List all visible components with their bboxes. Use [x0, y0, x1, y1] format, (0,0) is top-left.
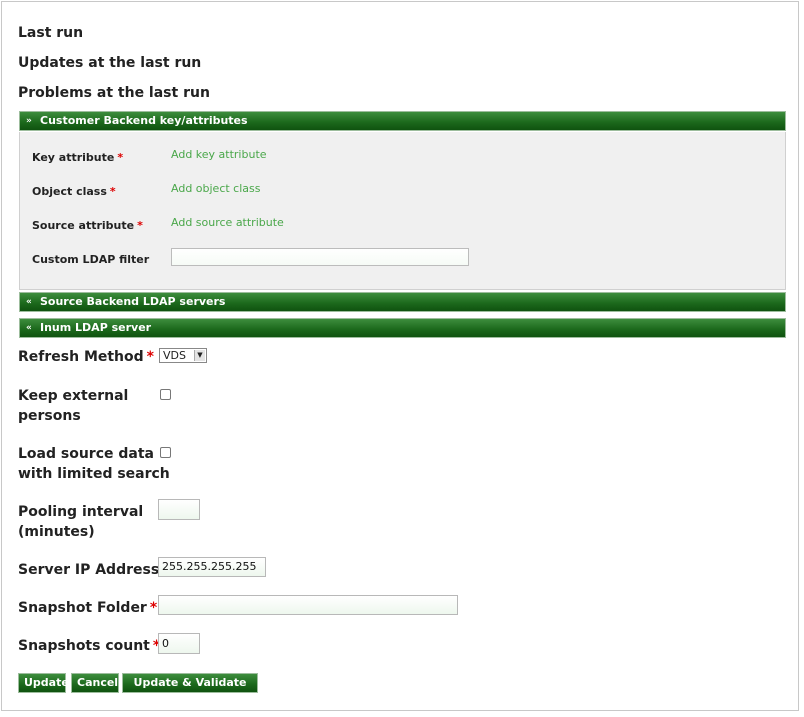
add-source-attribute-link[interactable]: Add source attribute — [171, 216, 284, 229]
snapshots-count-label: Snapshots count * — [18, 638, 161, 654]
problems-last-run-heading: Problems at the last run — [18, 85, 210, 101]
customer-backend-panel-body: Key attribute * Add key attribute Object … — [19, 132, 786, 290]
source-backend-panel-title: Source Backend LDAP servers — [40, 295, 226, 308]
inum-ldap-panel-title: Inum LDAP server — [40, 321, 152, 334]
update-button[interactable]: Update — [18, 673, 69, 693]
key-attribute-label: Key attribute * — [32, 151, 124, 164]
add-key-attribute-link[interactable]: Add key attribute — [171, 148, 267, 161]
server-ip-input[interactable]: 255.255.255.255 — [158, 557, 266, 577]
load-source-data-label: Load source data with limited search — [18, 446, 170, 482]
refresh-method-value: VDS — [163, 349, 186, 362]
snapshot-folder-label: Snapshot Folder * — [18, 600, 158, 616]
server-ip-label: Server IP Address — [18, 562, 160, 578]
pooling-interval-input[interactable] — [158, 499, 200, 520]
custom-ldap-filter-input[interactable] — [171, 248, 469, 266]
cancel-button[interactable]: Cancel — [71, 673, 119, 693]
refresh-method-select[interactable]: VDS ▼ — [159, 348, 207, 363]
customer-backend-panel-header[interactable]: » Customer Backend key/attributes — [19, 111, 786, 131]
inum-ldap-panel-header[interactable]: « Inum LDAP server — [19, 318, 786, 338]
dropdown-arrow-icon: ▼ — [194, 350, 205, 361]
keep-external-persons-checkbox[interactable] — [160, 389, 171, 400]
add-object-class-link[interactable]: Add object class — [171, 182, 261, 195]
source-attribute-label: Source attribute * — [32, 219, 143, 232]
updates-last-run-heading: Updates at the last run — [18, 55, 202, 71]
refresh-method-label: Refresh Method * — [18, 349, 154, 365]
chevron-double-up-icon: « — [26, 323, 32, 333]
customer-backend-panel-title: Customer Backend key/attributes — [40, 114, 248, 127]
update-validate-button[interactable]: Update & Validate script — [122, 673, 258, 707]
custom-ldap-filter-label: Custom LDAP filter — [32, 253, 150, 266]
object-class-label: Object class * — [32, 185, 116, 198]
page-frame: Last run Updates at the last run Problem… — [1, 1, 799, 711]
snapshot-folder-input[interactable] — [158, 595, 458, 615]
chevron-double-down-icon: » — [26, 116, 32, 126]
pooling-interval-label: Pooling interval (minutes) — [18, 504, 144, 540]
source-backend-panel-header[interactable]: « Source Backend LDAP servers — [19, 292, 786, 312]
keep-external-persons-label: Keep external persons — [18, 388, 129, 424]
chevron-double-up-icon: « — [26, 297, 32, 307]
load-source-data-checkbox[interactable] — [160, 447, 171, 458]
snapshots-count-input[interactable]: 0 — [158, 633, 200, 654]
last-run-heading: Last run — [18, 25, 84, 41]
